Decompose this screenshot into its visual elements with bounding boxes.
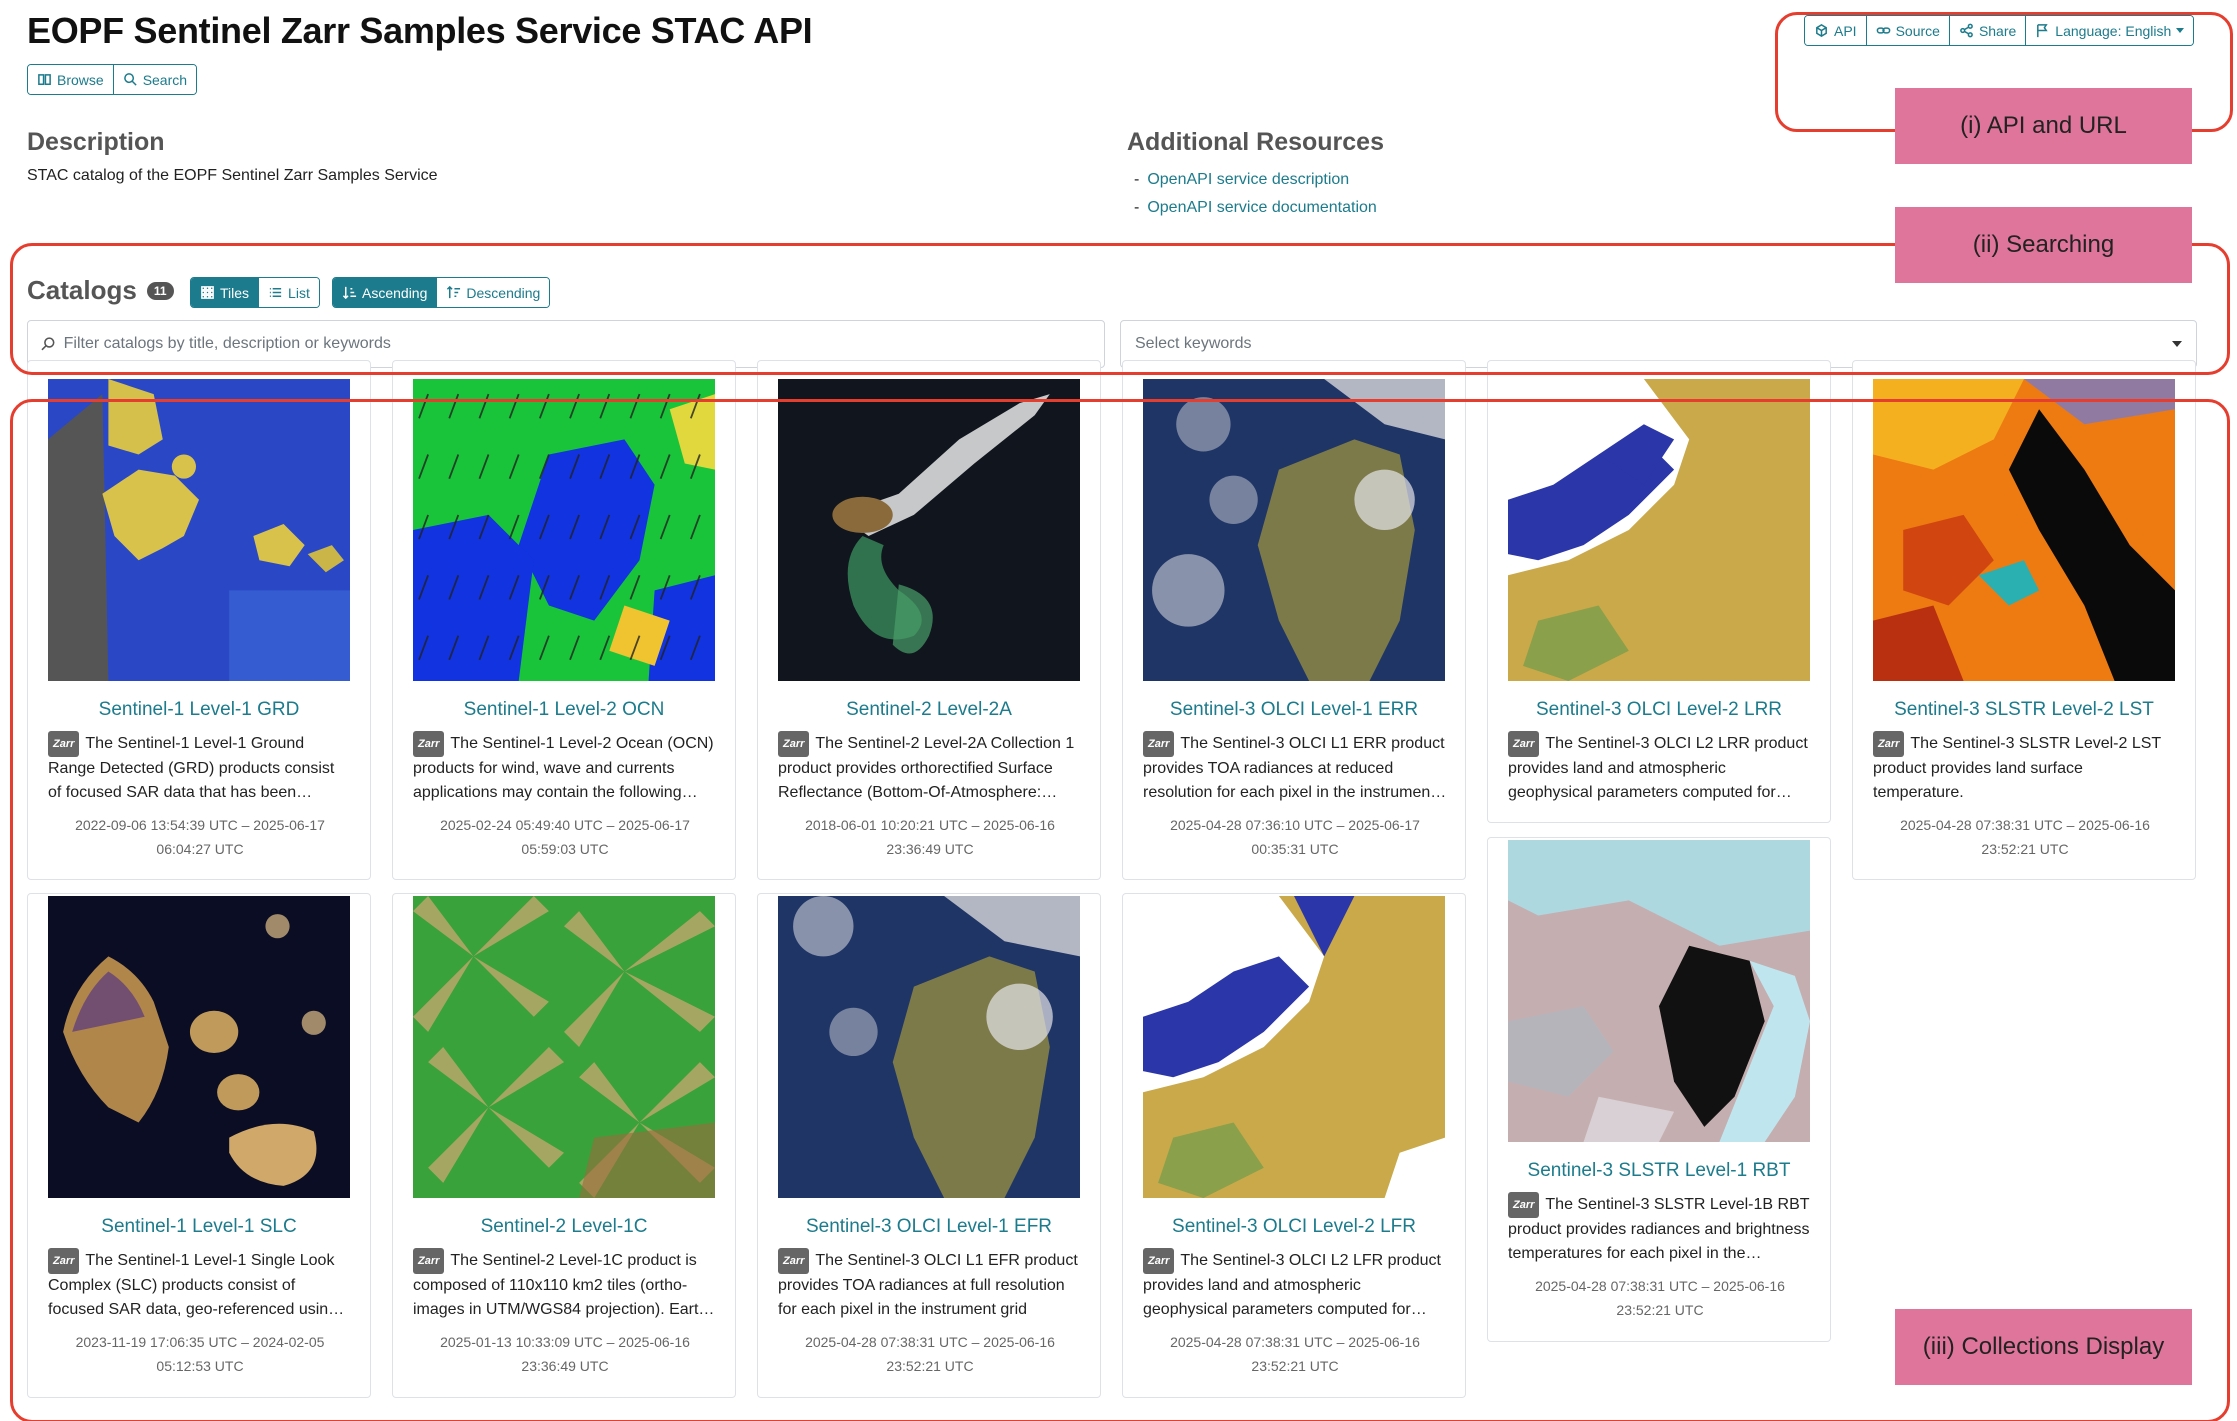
resource-link[interactable]: OpenAPI service description: [1147, 171, 1349, 188]
resource-item: - OpenAPI service description: [1134, 171, 1350, 188]
search-icon: [123, 73, 137, 86]
search-annotation-label: (ii) Searching: [1895, 207, 2192, 283]
browse-label: Browse: [57, 71, 104, 88]
nav-button-group: Browse Search: [27, 64, 198, 95]
book-icon: [38, 74, 51, 85]
description-heading: Description: [27, 128, 165, 156]
resource-item: - OpenAPI service documentation: [1134, 199, 1377, 216]
page-title: EOPF Sentinel Zarr Samples Service STAC …: [27, 10, 813, 51]
resources-heading: Additional Resources: [1127, 128, 1384, 156]
resources-list: - OpenAPI service description - OpenAPI se…: [1134, 166, 1377, 222]
browse-button[interactable]: Browse: [28, 65, 114, 94]
resource-link[interactable]: OpenAPI service documentation: [1147, 199, 1376, 216]
api-annotation-label: (i) API and URL: [1895, 88, 2192, 164]
display-annotation-box: [10, 399, 2230, 1421]
search-label: Search: [142, 71, 188, 88]
description-text: STAC catalog of the EOPF Sentinel Zarr S…: [27, 167, 438, 184]
search-button[interactable]: Search: [113, 65, 197, 94]
display-annotation-label: (iii) Collections Display: [1895, 1309, 2192, 1385]
